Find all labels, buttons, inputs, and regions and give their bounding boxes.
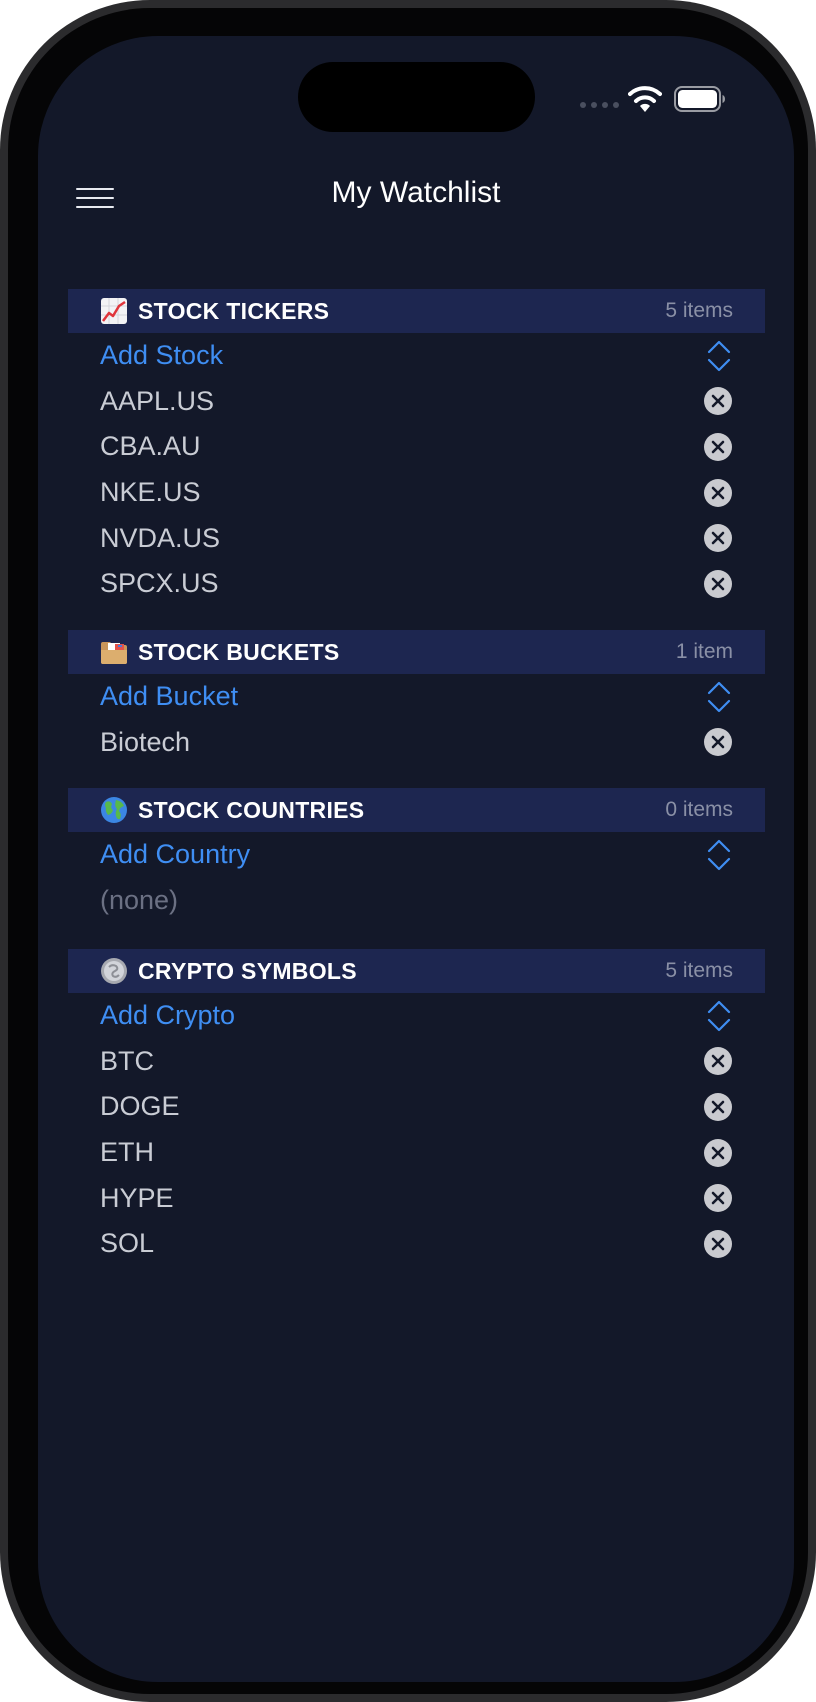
- add-stock-row[interactable]: Add Stock: [68, 333, 765, 379]
- item-label: HYPE: [100, 1182, 174, 1213]
- app-screen: My Watchlist STOCK TICKERS 5 items Add S…: [38, 36, 794, 1682]
- list-item: AAPL.US: [68, 379, 765, 425]
- add-country-row[interactable]: Add Country: [68, 832, 765, 878]
- list-item: NVDA.US: [68, 515, 765, 561]
- dynamic-island: [298, 62, 535, 132]
- chart-increasing-icon: [101, 298, 127, 324]
- item-label: SPCX.US: [100, 568, 219, 599]
- item-label: NVDA.US: [100, 522, 221, 553]
- add-bucket-row[interactable]: Add Bucket: [68, 674, 765, 720]
- section-header: STOCK TICKERS 5 items: [68, 289, 765, 333]
- item-label: NKE.US: [100, 477, 201, 508]
- page-title: My Watchlist: [331, 176, 501, 209]
- item-label: AAPL.US: [100, 385, 215, 416]
- section-header: STOCK COUNTRIES 0 items: [68, 788, 765, 832]
- section-stock-countries: STOCK COUNTRIES 0 items Add Country (non…: [68, 788, 765, 923]
- remove-icon[interactable]: [703, 1183, 733, 1213]
- remove-icon[interactable]: [703, 1138, 733, 1168]
- item-label: BTC: [100, 1045, 154, 1076]
- list-item: BTC: [68, 1039, 765, 1085]
- remove-icon[interactable]: [703, 727, 733, 757]
- item-label: Biotech: [100, 726, 191, 757]
- add-country-button[interactable]: Add Country: [100, 839, 705, 870]
- coin-icon: [101, 958, 127, 984]
- section-stock-tickers: STOCK TICKERS 5 items Add Stock AAPL.US …: [68, 289, 765, 607]
- list-item: DOGE: [68, 1084, 765, 1130]
- phone-bezel: My Watchlist STOCK TICKERS 5 items Add S…: [8, 8, 808, 1694]
- list-item: SOL: [68, 1221, 765, 1267]
- section-count: 5 items: [665, 299, 733, 322]
- add-crypto-button[interactable]: Add Crypto: [100, 1000, 705, 1031]
- add-crypto-row[interactable]: Add Crypto: [68, 993, 765, 1039]
- list-item: SPCX.US: [68, 561, 765, 607]
- remove-icon[interactable]: [703, 1229, 733, 1259]
- list-item: CBA.AU: [68, 424, 765, 470]
- section-title: CRYPTO SYMBOLS: [138, 957, 357, 984]
- phone-frame: My Watchlist STOCK TICKERS 5 items Add S…: [0, 0, 816, 1702]
- remove-icon[interactable]: [703, 523, 733, 553]
- list-item: Biotech: [68, 720, 765, 766]
- cellular-signal-icon: [580, 102, 619, 108]
- section-count: 1 item: [675, 640, 733, 663]
- section-title: STOCK BUCKETS: [138, 638, 340, 665]
- item-label: DOGE: [100, 1091, 180, 1122]
- item-label: ETH: [100, 1137, 154, 1168]
- battery-icon: [674, 86, 725, 112]
- remove-icon[interactable]: [703, 478, 733, 508]
- remove-icon[interactable]: [703, 386, 733, 416]
- wifi-icon: [628, 86, 662, 112]
- remove-icon[interactable]: [703, 1046, 733, 1076]
- chevron-up-down-icon[interactable]: [705, 680, 733, 714]
- globe-icon: [101, 797, 127, 823]
- list-item: ETH: [68, 1130, 765, 1176]
- remove-icon[interactable]: [703, 432, 733, 462]
- item-label: CBA.AU: [100, 431, 201, 462]
- section-title: STOCK TICKERS: [138, 297, 330, 324]
- chevron-up-down-icon[interactable]: [705, 339, 733, 373]
- chevron-up-down-icon[interactable]: [705, 999, 733, 1033]
- section-stock-buckets: STOCK BUCKETS 1 item Add Bucket Biotech: [68, 630, 765, 765]
- section-count: 5 items: [665, 959, 733, 982]
- remove-icon[interactable]: [703, 569, 733, 599]
- chevron-up-down-icon[interactable]: [705, 838, 733, 872]
- empty-placeholder: (none): [68, 878, 765, 924]
- add-bucket-button[interactable]: Add Bucket: [100, 681, 705, 712]
- file-folder-icon: [101, 642, 127, 664]
- list-item: HYPE: [68, 1175, 765, 1221]
- add-stock-button[interactable]: Add Stock: [100, 340, 705, 371]
- remove-icon[interactable]: [703, 1092, 733, 1122]
- empty-label: (none): [100, 884, 179, 915]
- list-item: NKE.US: [68, 470, 765, 516]
- item-label: SOL: [100, 1228, 155, 1259]
- section-header: CRYPTO SYMBOLS 5 items: [68, 949, 765, 993]
- section-title: STOCK COUNTRIES: [138, 796, 365, 823]
- section-crypto-symbols: CRYPTO SYMBOLS 5 items Add Crypto BTC DO…: [68, 949, 765, 1267]
- section-header: STOCK BUCKETS 1 item: [68, 630, 765, 674]
- section-count: 0 items: [665, 798, 733, 821]
